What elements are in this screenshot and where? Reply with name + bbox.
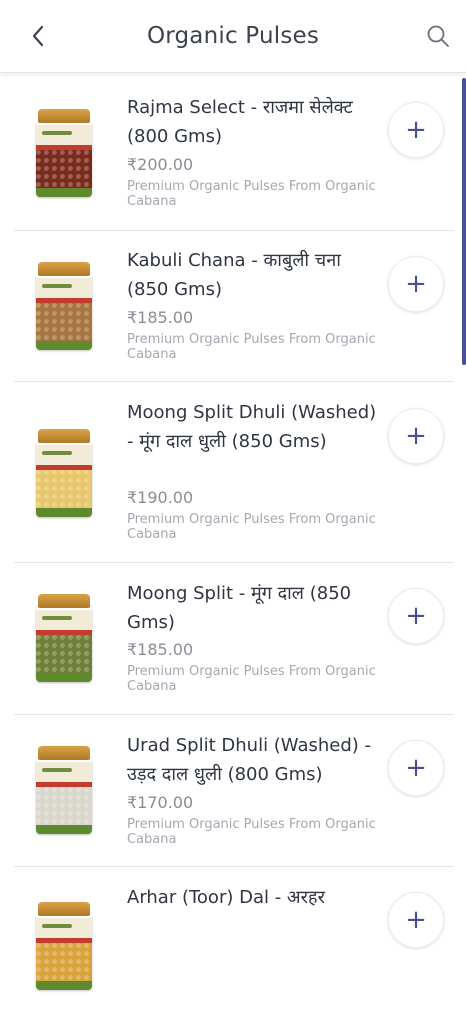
product-price: ₹170.00 (127, 793, 194, 812)
pulse-fill (36, 787, 92, 827)
add-to-cart-button[interactable]: + (388, 408, 444, 464)
product-name[interactable]: Rajma Select - राजमा सेलेक्ट (800 Gms) (127, 93, 387, 151)
product-price: ₹190.00 (127, 488, 194, 507)
pulse-fill (36, 150, 92, 190)
add-to-cart-button[interactable]: + (388, 102, 444, 158)
product-description: Premium Organic Pulses From Organic Caba… (127, 179, 376, 209)
product-price: ₹185.00 (127, 640, 194, 659)
search-icon (427, 25, 449, 47)
pulse-fill (36, 303, 92, 343)
pulse-fill (36, 943, 92, 983)
add-to-cart-button[interactable]: + (388, 892, 444, 948)
chevron-left-icon (32, 25, 44, 47)
product-name[interactable]: Kabuli Chana - काबुली चना (850 Gms) (127, 246, 387, 304)
product-price: ₹185.00 (127, 308, 194, 327)
product-card[interactable]: Moong Split - मूंग दाल (850 Gms) ₹185.00… (14, 562, 454, 715)
product-card[interactable]: Kabuli Chana - काबुली चना (850 Gms) ₹185… (14, 230, 454, 382)
top-app-bar: Organic Pulses (0, 0, 466, 73)
plus-icon: + (405, 753, 427, 783)
add-to-cart-button[interactable]: + (388, 740, 444, 796)
plus-icon: + (405, 269, 427, 299)
product-description: Premium Organic Pulses From Organic Caba… (127, 817, 376, 847)
product-description: Premium Organic Pulses From Organic Caba… (127, 512, 376, 542)
scroll-indicator[interactable] (462, 78, 466, 365)
product-image (36, 746, 92, 834)
search-button[interactable] (422, 20, 454, 52)
product-image (36, 109, 92, 197)
product-image (36, 429, 92, 517)
product-price: ₹200.00 (127, 155, 194, 174)
product-image (36, 902, 92, 990)
plus-icon: + (405, 115, 427, 145)
product-card[interactable]: Moong Split Dhuli (Washed) - मूंग दाल धु… (14, 381, 454, 563)
plus-icon: + (405, 905, 427, 935)
product-card[interactable]: Arhar (Toor) Dal - अरहर + (14, 866, 454, 1026)
product-name[interactable]: Moong Split - मूंग दाल (850 Gms) (127, 579, 387, 637)
page-title: Organic Pulses (146, 23, 320, 49)
plus-icon: + (405, 601, 427, 631)
product-description: Premium Organic Pulses From Organic Caba… (127, 664, 376, 694)
plus-icon: + (405, 421, 427, 451)
add-to-cart-button[interactable]: + (388, 256, 444, 312)
pulse-fill (36, 635, 92, 675)
add-to-cart-button[interactable]: + (388, 588, 444, 644)
product-card[interactable]: Rajma Select - राजमा सेलेक्ट (800 Gms) ₹… (14, 79, 454, 231)
back-button[interactable] (22, 20, 54, 52)
product-description: Premium Organic Pulses From Organic Caba… (127, 332, 376, 362)
product-image (36, 594, 92, 682)
product-card[interactable]: Urad Split Dhuli (Washed) - उड़द दाल धुल… (14, 714, 454, 867)
product-name[interactable]: Arhar (Toor) Dal - अरहर (127, 883, 387, 912)
product-name[interactable]: Urad Split Dhuli (Washed) - उड़द दाल धुल… (127, 731, 387, 789)
product-name[interactable]: Moong Split Dhuli (Washed) - मूंग दाल धु… (127, 398, 387, 456)
pulse-fill (36, 470, 92, 510)
product-image (36, 262, 92, 350)
